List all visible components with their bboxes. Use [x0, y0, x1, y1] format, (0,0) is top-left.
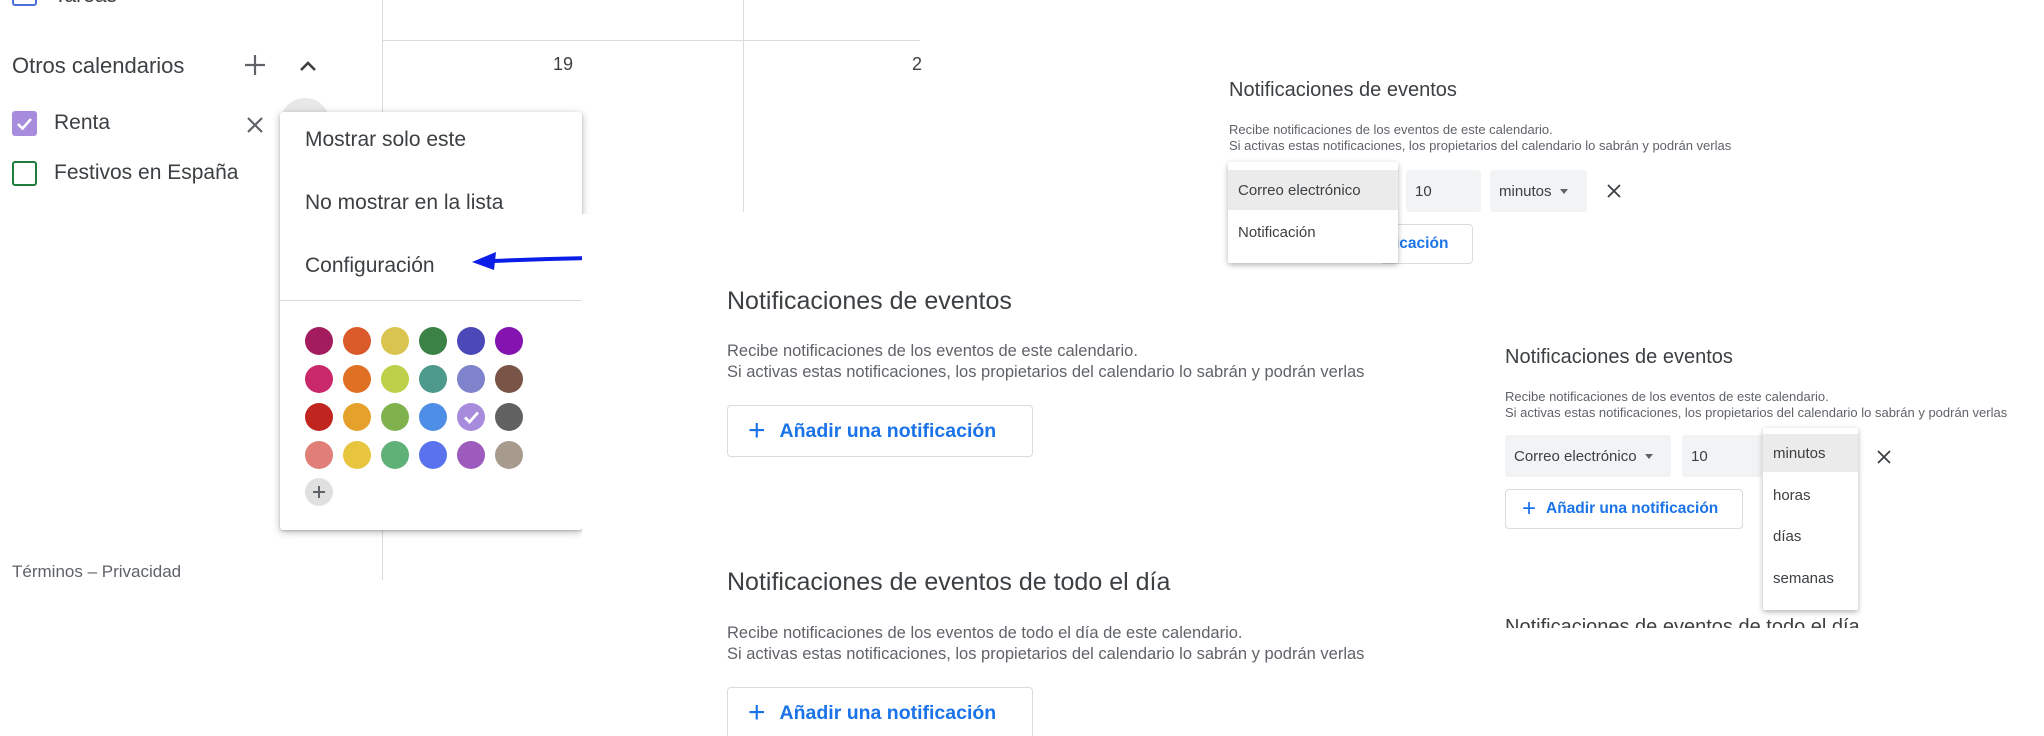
- calendar-checkbox-renta[interactable]: [12, 111, 37, 136]
- event-notifications-title: Notificaciones de eventos: [1229, 79, 1457, 101]
- close-icon[interactable]: [1876, 449, 1892, 465]
- allday-notifications-title: Notificaciones de eventos de todo el día: [727, 568, 1171, 596]
- unit-value: minutos: [1499, 182, 1552, 200]
- description-line: Recibe notificaciones de los eventos de …: [1229, 122, 1553, 137]
- event-notifications-title: Notificaciones de eventos: [727, 287, 1012, 315]
- calendar-options-menu: Mostrar solo este No mostrar en la lista…: [280, 112, 582, 530]
- day-number[interactable]: 19: [553, 54, 573, 75]
- color-swatch[interactable]: [343, 441, 371, 469]
- check-icon: [17, 118, 32, 131]
- grid-divider: [382, 40, 920, 41]
- color-swatch[interactable]: [419, 441, 447, 469]
- description-line: Si activas estas notificaciones, los pro…: [727, 363, 1365, 381]
- description-line: Recibe notificaciones de los eventos de …: [727, 624, 1243, 642]
- dropdown-option-email[interactable]: Correo electrónico: [1228, 170, 1398, 210]
- add-notification-label: Añadir una notificación: [1546, 500, 1719, 517]
- check-icon: [464, 411, 480, 425]
- add-notification-label: Añadir una notificación: [779, 701, 997, 724]
- color-swatch[interactable]: [457, 327, 485, 355]
- calendar-checkbox-festivos[interactable]: [12, 161, 37, 186]
- color-swatch[interactable]: [419, 403, 447, 431]
- dropdown-option-days[interactable]: días: [1763, 517, 1858, 555]
- color-swatch[interactable]: [381, 327, 409, 355]
- menu-item-show-only-this[interactable]: Mostrar solo este: [305, 128, 466, 152]
- color-swatch[interactable]: [343, 403, 371, 431]
- plus-icon: +: [748, 414, 766, 447]
- dropdown-caret-icon: [1559, 188, 1568, 194]
- description-line: Si activas estas notificaciones, los pro…: [1505, 405, 2008, 420]
- notification-amount-input[interactable]: 10: [1682, 435, 1762, 477]
- add-notification-label: Añadir una notificación: [779, 419, 997, 442]
- add-allday-notification-button[interactable]: + Añadir una notificación: [727, 687, 1033, 736]
- footer-links[interactable]: Términos – Privacidad: [12, 562, 181, 582]
- color-swatch[interactable]: [305, 441, 333, 469]
- chevron-up-icon: [300, 61, 316, 71]
- dropdown-caret-icon: [1644, 453, 1653, 459]
- menu-item-hide-from-list[interactable]: No mostrar en la lista: [305, 191, 503, 215]
- close-icon: [247, 117, 263, 133]
- description-line: Recibe notificaciones de los eventos de …: [1505, 389, 1829, 404]
- description-line: Si activas estas notificaciones, los pro…: [1229, 138, 1732, 153]
- color-swatch[interactable]: [381, 441, 409, 469]
- color-swatch[interactable]: [343, 365, 371, 393]
- add-calendar-button[interactable]: [240, 50, 270, 80]
- add-notification-label: icación: [1395, 235, 1449, 252]
- dropdown-option-notification[interactable]: Notificación: [1228, 212, 1398, 252]
- color-swatch[interactable]: [343, 327, 371, 355]
- add-custom-color-button[interactable]: [305, 478, 333, 506]
- color-swatch[interactable]: [381, 365, 409, 393]
- close-icon[interactable]: [1606, 183, 1622, 199]
- collapse-calendars-button[interactable]: [294, 52, 322, 80]
- color-swatch[interactable]: [419, 365, 447, 393]
- event-notifications-title: Notificaciones de eventos: [1505, 346, 1733, 368]
- remove-calendar-button[interactable]: [240, 110, 270, 140]
- color-swatch[interactable]: [495, 403, 523, 431]
- notification-type-dropdown: Correo electrónico Notificación: [1228, 162, 1398, 263]
- color-swatch[interactable]: [495, 327, 523, 355]
- plus-icon: [313, 486, 325, 498]
- grid-divider: [743, 0, 744, 212]
- color-swatch[interactable]: [495, 365, 523, 393]
- color-swatch[interactable]: [381, 403, 409, 431]
- next-section-title-partial: Notificaciones de eventos de todo el día: [1505, 616, 1860, 628]
- tasks-checkbox[interactable]: [12, 0, 37, 6]
- event-notifications-description: Recibe notificaciones de los eventos de …: [1505, 389, 2007, 421]
- amount-value: 10: [1691, 447, 1708, 465]
- color-swatch[interactable]: [305, 365, 333, 393]
- menu-item-settings[interactable]: Configuración: [305, 254, 435, 278]
- notification-amount-input[interactable]: 10: [1406, 170, 1481, 212]
- color-swatch[interactable]: [495, 441, 523, 469]
- event-notifications-description: Recibe notificaciones de los eventos de …: [1229, 122, 1731, 154]
- description-line: Recibe notificaciones de los eventos de …: [727, 342, 1138, 360]
- dropdown-option-weeks[interactable]: semanas: [1763, 559, 1858, 597]
- allday-notifications-description: Recibe notificaciones de los eventos de …: [727, 623, 1364, 665]
- type-value: Correo electrónico: [1514, 447, 1637, 465]
- arrow-annotation-icon: [472, 252, 590, 270]
- plus-icon: +: [1522, 495, 1537, 522]
- color-swatch[interactable]: [457, 365, 485, 393]
- add-notification-button[interactable]: + Añadir una notificación: [1505, 489, 1743, 529]
- menu-divider: [280, 300, 582, 301]
- plus-icon: +: [748, 696, 766, 729]
- color-swatch[interactable]: [457, 403, 485, 431]
- color-swatch[interactable]: [305, 327, 333, 355]
- day-number[interactable]: 2: [912, 54, 922, 75]
- notification-unit-select[interactable]: minutos: [1490, 170, 1587, 212]
- description-line: Si activas estas notificaciones, los pro…: [727, 645, 1365, 663]
- notification-unit-dropdown: minutos horas días semanas: [1763, 428, 1858, 610]
- notification-type-select[interactable]: Correo electrónico: [1505, 435, 1671, 477]
- color-swatch[interactable]: [305, 403, 333, 431]
- add-notification-button[interactable]: + Añadir una notificación: [727, 405, 1033, 457]
- plus-icon: [245, 55, 265, 75]
- amount-value: 10: [1415, 182, 1432, 200]
- event-notifications-description: Recibe notificaciones de los eventos de …: [727, 341, 1364, 383]
- dropdown-option-hours[interactable]: horas: [1763, 476, 1858, 514]
- color-swatch[interactable]: [419, 327, 447, 355]
- calendar-label-renta: Renta: [54, 111, 111, 134]
- color-swatch[interactable]: [457, 441, 485, 469]
- other-calendars-title: Otros calendarios: [12, 53, 185, 78]
- calendar-label-festivos: Festivos en España: [54, 161, 239, 184]
- tasks-label: Tareas: [54, 0, 117, 8]
- dropdown-option-minutes[interactable]: minutos: [1763, 434, 1858, 472]
